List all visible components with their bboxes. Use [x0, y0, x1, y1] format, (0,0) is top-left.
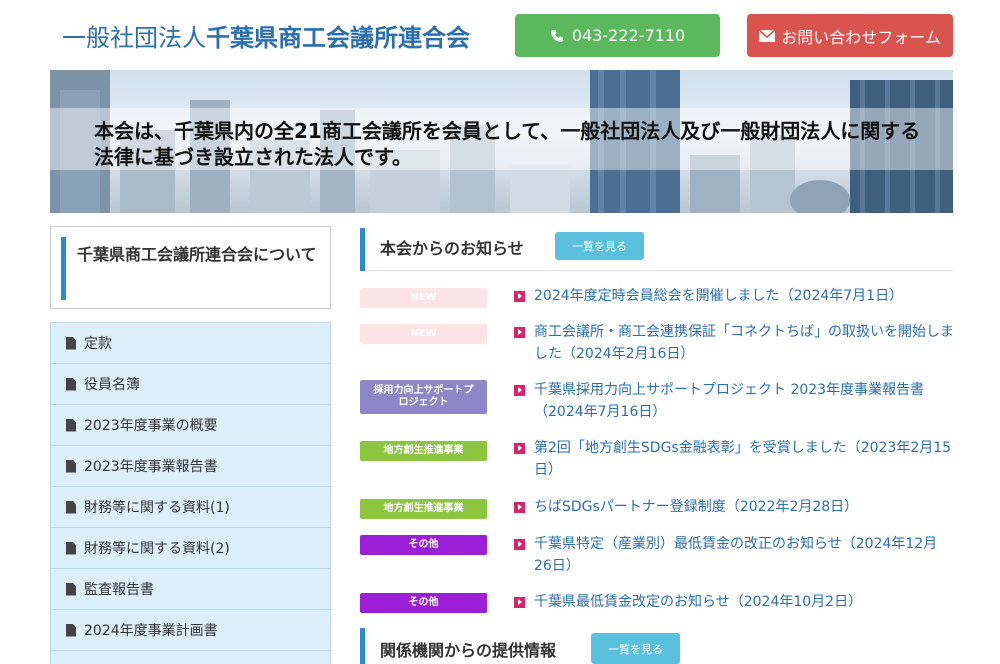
sidebar-item-officers[interactable]: 役員名簿	[51, 364, 330, 405]
document-icon	[66, 623, 76, 637]
news-item-text: 商工会議所・商工会連携保証「コネクトちば」の取扱いを開始しました（2024年2月…	[534, 324, 954, 362]
sidebar-item-label: 監査報告書	[84, 582, 154, 598]
news-item-link[interactable]: 千葉県最低賃金改定のお知らせ（2024年10月2日）	[514, 591, 954, 613]
news-item-link[interactable]: 2024年度定時会員総会を開催しました（2024年7月1日）	[514, 285, 954, 307]
sidebar-item-finance-1[interactable]: 財務等に関する資料(1)	[51, 487, 330, 528]
contact-form-label: お問い合わせフォーム	[781, 27, 941, 47]
sidebar-item-articles[interactable]: 定款	[51, 323, 330, 364]
sidebar-heading-box: 千葉県商工会議所連合会について	[50, 226, 331, 309]
sidebar-item-label: 定款	[84, 336, 112, 352]
news-tag-new: NEW	[360, 288, 487, 308]
news-item-link[interactable]: 千葉県採用力向上サポートプロジェクト 2023年度事業報告書（2024年7月16…	[514, 379, 954, 423]
document-icon	[66, 377, 76, 391]
document-icon	[66, 459, 76, 473]
news-item-link[interactable]: 第2回「地方創生SDGs金融表彰」を受賞しました（2023年2月15日）	[514, 437, 954, 481]
heading-accent-bar	[360, 628, 365, 664]
site-title[interactable]: 一般社団法人千葉県商工会議所連合会	[62, 18, 470, 53]
news-item-text: 千葉県最低賃金改定のお知らせ（2024年10月2日）	[534, 594, 863, 610]
site-header: 一般社団法人千葉県商工会議所連合会 043-222-7110 お問い合わせフォー…	[0, 0, 1000, 70]
news-item-link[interactable]: 商工会議所・商工会連携保証「コネクトちば」の取扱いを開始しました（2024年2月…	[514, 321, 954, 365]
sidebar-item-2023-overview[interactable]: 2023年度事業の概要	[51, 405, 330, 446]
news-item-text: 千葉県特定（産業別）最低賃金の改正のお知らせ（2024年12月26日）	[534, 536, 938, 574]
related-list-button[interactable]: 一覧を見る	[591, 633, 680, 664]
sidebar-item-label: 財務等に関する資料(1)	[84, 500, 230, 516]
sidebar-item-label: 2024年度事業計画書	[84, 623, 218, 639]
envelope-icon	[759, 29, 776, 42]
sidebar-item-2023-report[interactable]: 2023年度事業報告書	[51, 446, 330, 487]
related-heading: 関係機関からの提供情報	[380, 641, 557, 660]
document-icon	[66, 336, 76, 350]
news-item-link[interactable]: 千葉県特定（産業別）最低賃金の改正のお知らせ（2024年12月26日）	[514, 533, 954, 577]
news-section-heading: 本会からのお知らせ	[360, 228, 953, 271]
news-item-text: 第2回「地方創生SDGs金融表彰」を受賞しました（2023年2月15日）	[534, 440, 952, 478]
sidebar-item-label: 2023年度事業の概要	[84, 418, 218, 434]
document-icon	[66, 418, 76, 432]
news-tag-recruit: 採用力向上サポートプロジェクト	[360, 380, 487, 414]
news-item-text: 2024年度定時会員総会を開催しました（2024年7月1日）	[534, 288, 904, 304]
contact-form-button[interactable]: お問い合わせフォーム	[747, 14, 953, 57]
sidebar-item-finance-2[interactable]: 財務等に関する資料(2)	[51, 528, 330, 569]
news-tag-regional: 地方創生推進事業	[360, 441, 487, 461]
sidebar-item-label: 財務等に関する資料(2)	[84, 541, 230, 557]
news-item-link[interactable]: ちばSDGsパートナー登録制度（2022年2月28日）	[514, 496, 954, 518]
news-heading: 本会からのお知らせ	[380, 239, 524, 258]
document-icon	[66, 500, 76, 514]
sidebar-heading: 千葉県商工会議所連合会について	[77, 245, 317, 264]
hero-banner: 本会は、千葉県内の全21商工会議所を会員として、一般社団法人及び一般財団法人に関…	[50, 70, 953, 213]
sidebar-item-audit-report[interactable]: 監査報告書	[51, 569, 330, 610]
document-icon	[66, 541, 76, 555]
news-tag-other: その他	[360, 593, 487, 613]
news-item-text: ちばSDGsパートナー登録制度（2022年2月28日）	[534, 499, 859, 515]
sidebar-item-label: 役員名簿	[84, 377, 140, 393]
site-title-main: 千葉県商工会議所連合会	[206, 24, 470, 52]
site-title-prefix: 一般社団法人	[62, 24, 206, 52]
heading-accent-bar	[360, 228, 365, 271]
news-tag-new: NEW	[360, 324, 487, 344]
phone-number: 043-222-7110	[571, 26, 686, 45]
phone-icon	[550, 29, 563, 42]
news-tag-regional: 地方創生推進事業	[360, 499, 487, 519]
document-icon	[66, 582, 76, 596]
sidebar-item-2024-plan[interactable]: 2024年度事業計画書	[51, 610, 330, 651]
news-item-text: 千葉県採用力向上サポートプロジェクト 2023年度事業報告書（2024年7月16…	[534, 382, 925, 420]
heading-accent-bar	[61, 237, 66, 300]
sidebar-menu: 定款 役員名簿 2023年度事業の概要 2023年度事業報告書 財務等に関する資…	[50, 322, 331, 664]
hero-statement: 本会は、千葉県内の全21商工会議所を会員として、一般社団法人及び一般財団法人に関…	[94, 119, 921, 169]
news-tag-other: その他	[360, 535, 487, 555]
phone-button[interactable]: 043-222-7110	[515, 14, 720, 57]
sidebar-item-label: 2023年度事業報告書	[84, 459, 218, 475]
news-list-button[interactable]: 一覧を見る	[555, 232, 644, 260]
